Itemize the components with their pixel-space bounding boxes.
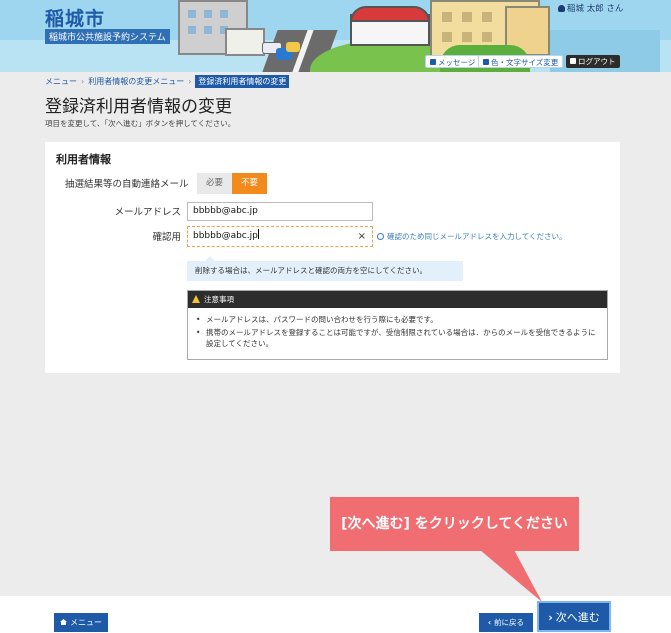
next-button-label: 次へ進む (555, 611, 600, 624)
breadcrumb-menu[interactable]: メニュー (45, 76, 77, 87)
email-field[interactable]: bbbbb@abc.jp (187, 202, 373, 221)
refresh-icon (377, 233, 384, 240)
user-icon (558, 5, 565, 12)
home-icon (60, 619, 67, 625)
chat-bubble-icon (430, 59, 436, 65)
logout-icon (570, 58, 576, 64)
page-title: 登録済利用者情報の変更 (45, 97, 232, 117)
chevron-left-icon: ‹ (487, 618, 492, 627)
breadcrumb-current: 登録済利用者情報の変更 (195, 75, 290, 88)
messages-link-label: メッセージ (438, 58, 476, 67)
breadcrumb-separator: › (188, 77, 192, 86)
header-illustration-gym-roof (350, 6, 430, 22)
confirm-email-field[interactable]: bbbbb@abc.jp × (187, 226, 373, 247)
user-info-panel: 利用者情報 抽選結果等の自動連絡メール 必要 不要 メールアドレス bbbbb@… (45, 142, 620, 373)
auto-mail-not-required-option[interactable]: 不要 (232, 173, 268, 194)
notice-header: 注意事項 (188, 291, 607, 308)
confirm-email-field-value: bbbbb@abc.jp (193, 231, 258, 241)
font-settings-link[interactable]: 色・文字サイズ変更 (478, 55, 564, 68)
site-header: 稲城市 稲城市公共施設予約システム 稲城 太郎 さん メッセージ 色・文字サイズ… (0, 0, 671, 72)
callout-pointer (480, 550, 542, 602)
menu-button-label: メニュー (70, 618, 102, 627)
notice-item: 携帯のメールアドレスを登録することは可能ですが、受信制限されている場合は．からの… (196, 327, 599, 350)
page-description: 項目を変更して、「次へ進む」ボタンを押してください。 (45, 119, 236, 128)
notice-item: メールアドレスは、パスワードの問い合わせを行う際にも必要です。 (196, 314, 599, 326)
chevron-right-icon: › (548, 611, 553, 624)
header-illustration-car (286, 42, 300, 52)
breadcrumb-separator: › (81, 77, 85, 86)
email-label: メールアドレス (114, 207, 181, 218)
site-title[interactable]: 稲城市 (45, 4, 105, 31)
auto-mail-label: 抽選結果等の自動連絡メール (65, 179, 189, 190)
text-caret (257, 229, 259, 239)
back-button[interactable]: ‹ 前に戻る (479, 613, 533, 632)
system-name: 稲城市公共施設予約システム (45, 29, 170, 44)
warning-icon (192, 295, 200, 303)
section-title: 利用者情報 (56, 153, 111, 166)
auto-mail-toggle: 必要 不要 (197, 173, 268, 194)
back-button-label: 前に戻る (494, 618, 525, 627)
confirm-email-label: 確認用 (152, 232, 181, 243)
palette-icon (483, 59, 489, 65)
user-name: 稲城 太郎 さん (558, 2, 623, 14)
menu-button[interactable]: メニュー (54, 613, 108, 632)
breadcrumb-user-info-menu[interactable]: 利用者情報の変更メニュー (88, 76, 184, 87)
messages-link[interactable]: メッセージ (425, 55, 481, 68)
confirm-hint-text: 確認のため同じメールアドレスを入力してください。 (387, 232, 567, 241)
logout-button[interactable]: ログアウト (566, 55, 620, 68)
delete-info-message: 削除する場合は、メールアドレスと確認の両方を空にしてください。 (187, 256, 463, 281)
auto-mail-required-option[interactable]: 必要 (197, 173, 233, 194)
instruction-callout: [次へ進む] をクリックしてください (330, 497, 579, 551)
confirm-hint: 確認のため同じメールアドレスを入力してください。 (377, 231, 567, 242)
notice-box: 注意事項 メールアドレスは、パスワードの問い合わせを行う際にも必要です。 携帯の… (187, 290, 608, 360)
font-settings-link-label: 色・文字サイズ変更 (491, 58, 559, 67)
notice-body: メールアドレスは、パスワードの問い合わせを行う際にも必要です。 携帯のメールアド… (188, 308, 607, 350)
next-button[interactable]: › 次へ進む (537, 601, 611, 632)
notice-title: 注意事項 (204, 295, 234, 304)
header-illustration-house (225, 28, 265, 56)
logout-button-label: ログアウト (578, 57, 616, 66)
breadcrumb: メニュー › 利用者情報の変更メニュー › 登録済利用者情報の変更 (45, 75, 290, 88)
clear-icon[interactable]: × (358, 227, 366, 246)
email-field-value: bbbbb@abc.jp (193, 206, 258, 216)
user-name-label: 稲城 太郎 さん (567, 4, 624, 14)
